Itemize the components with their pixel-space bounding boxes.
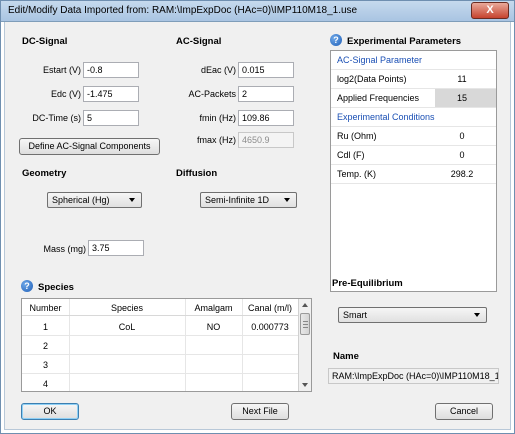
ac-packets-label: AC-Packets xyxy=(188,89,236,99)
chevron-down-icon xyxy=(284,198,290,202)
grid-row-label: Applied Frequencies xyxy=(337,93,420,103)
mass-input[interactable]: 3.75 xyxy=(88,240,144,256)
scrollbar-thumb[interactable] xyxy=(300,313,310,335)
ac-packets-input[interactable]: 2 xyxy=(238,86,294,102)
mass-label: Mass (mg) xyxy=(43,244,87,254)
name-field[interactable]: RAM:\ImpExpDoc (HAc=0)\IMP110M18_1 xyxy=(328,368,499,384)
grid-row-cdl[interactable]: Cdl (F) 0 xyxy=(331,146,496,165)
chevron-down-icon xyxy=(474,313,480,317)
column-header-number: Number xyxy=(29,303,62,313)
grid-row-value[interactable]: 11 xyxy=(449,74,475,84)
experimental-parameters-grid: AC-Signal Parameter log2(Data Points) 11… xyxy=(330,50,497,292)
help-icon[interactable]: ? xyxy=(21,280,33,292)
grid-row-value[interactable]: 0 xyxy=(449,150,475,160)
grid-row-log2-data-points[interactable]: log2(Data Points) 11 xyxy=(331,70,496,89)
scroll-up-icon[interactable] xyxy=(302,303,308,307)
species-table: Number Species Amalgam Canal (m/l) 1 CoL… xyxy=(21,298,312,392)
grid-row-value[interactable]: 0 xyxy=(449,131,475,141)
scroll-down-icon[interactable] xyxy=(302,383,308,387)
grid-row-experimental-conditions: Experimental Conditions xyxy=(331,108,496,127)
chevron-down-icon xyxy=(129,198,135,202)
geometry-selected-value: Spherical (Hg) xyxy=(52,195,110,205)
column-header-species: Species xyxy=(110,303,144,313)
species-number-cell: 3 xyxy=(42,360,48,370)
title-bar: Edit/Modify Data Imported from: RAM:\Imp… xyxy=(0,0,515,22)
estart-label: Estart (V) xyxy=(42,65,81,75)
grid-row-temp[interactable]: Temp. (K) 298.2 xyxy=(331,165,496,184)
grid-row-label: Experimental Conditions xyxy=(337,112,435,122)
grid-row-value[interactable]: 298.2 xyxy=(449,169,475,179)
close-button[interactable]: X xyxy=(471,2,509,19)
diffusion-select[interactable]: Semi-Infinite 1D xyxy=(200,192,297,208)
species-number-cell: 4 xyxy=(42,379,48,389)
species-number-cell: 1 xyxy=(42,322,48,332)
dc-signal-heading: DC-Signal xyxy=(22,36,68,47)
ok-button[interactable]: OK xyxy=(21,403,79,420)
grid-row-ac-signal-parameter: AC-Signal Parameter xyxy=(331,51,496,70)
table-row[interactable]: 3 xyxy=(22,355,298,374)
column-header-canal: Canal (m/l) xyxy=(247,303,292,313)
deac-input[interactable]: 0.015 xyxy=(238,62,294,78)
dctime-input[interactable]: 5 xyxy=(83,110,139,126)
deac-label: dEac (V) xyxy=(200,65,236,75)
species-table-header: Number Species Amalgam Canal (m/l) xyxy=(22,299,298,316)
diffusion-heading: Diffusion xyxy=(176,168,218,179)
grid-row-applied-frequencies[interactable]: Applied Frequencies 15 xyxy=(331,89,496,108)
species-scrollbar[interactable] xyxy=(298,299,311,391)
species-canal-cell[interactable]: 0.000773 xyxy=(242,322,298,332)
fmin-input[interactable]: 109.86 xyxy=(238,110,294,126)
table-row[interactable]: 1 CoL NO 0.000773 xyxy=(22,317,298,336)
edc-label: Edc (V) xyxy=(50,89,81,99)
next-file-button[interactable]: Next File xyxy=(231,403,289,420)
geometry-heading: Geometry xyxy=(22,168,67,179)
dctime-label: DC-Time (s) xyxy=(32,113,81,123)
experimental-parameters-heading: Experimental Parameters xyxy=(347,36,462,47)
estart-input[interactable]: -0.8 xyxy=(83,62,139,78)
species-number-cell: 2 xyxy=(42,341,48,351)
dialog-body: DC-Signal Estart (V) -0.8 Edc (V) -1.475… xyxy=(4,22,511,430)
pre-equilibrium-selected-value: Smart xyxy=(343,310,368,320)
pre-equilibrium-heading: Pre-Equilibrium xyxy=(332,278,403,289)
edc-input[interactable]: -1.475 xyxy=(83,86,139,102)
species-amalgam-cell[interactable]: NO xyxy=(185,322,242,332)
table-row[interactable]: 2 xyxy=(22,336,298,355)
species-name-cell[interactable]: CoL xyxy=(69,322,185,332)
define-ac-signal-components-button[interactable]: Define AC-Signal Components xyxy=(19,138,160,155)
grid-row-label: log2(Data Points) xyxy=(337,74,407,84)
table-row[interactable]: 4 xyxy=(22,374,298,393)
column-header-amalgam: Amalgam xyxy=(194,303,233,313)
grid-row-label: Cdl (F) xyxy=(337,150,365,160)
fmin-label: fmin (Hz) xyxy=(199,113,237,123)
cancel-button[interactable]: Cancel xyxy=(435,403,493,420)
help-icon[interactable]: ? xyxy=(330,34,342,46)
grid-row-value[interactable]: 15 xyxy=(449,93,475,103)
pre-equilibrium-select[interactable]: Smart xyxy=(338,307,487,323)
species-heading: Species xyxy=(38,282,74,293)
geometry-select[interactable]: Spherical (Hg) xyxy=(47,192,142,208)
diffusion-selected-value: Semi-Infinite 1D xyxy=(205,195,270,205)
grid-row-label: Temp. (K) xyxy=(337,169,377,179)
window-title: Edit/Modify Data Imported from: RAM:\Imp… xyxy=(8,5,358,16)
ac-signal-heading: AC-Signal xyxy=(176,36,222,47)
fmax-label: fmax (Hz) xyxy=(197,135,236,145)
name-heading: Name xyxy=(333,351,359,362)
grid-row-ru[interactable]: Ru (Ohm) 0 xyxy=(331,127,496,146)
grid-row-label: Ru (Ohm) xyxy=(337,131,377,141)
grid-row-label: AC-Signal Parameter xyxy=(337,55,423,65)
fmax-input: 4650.9 xyxy=(238,132,294,148)
